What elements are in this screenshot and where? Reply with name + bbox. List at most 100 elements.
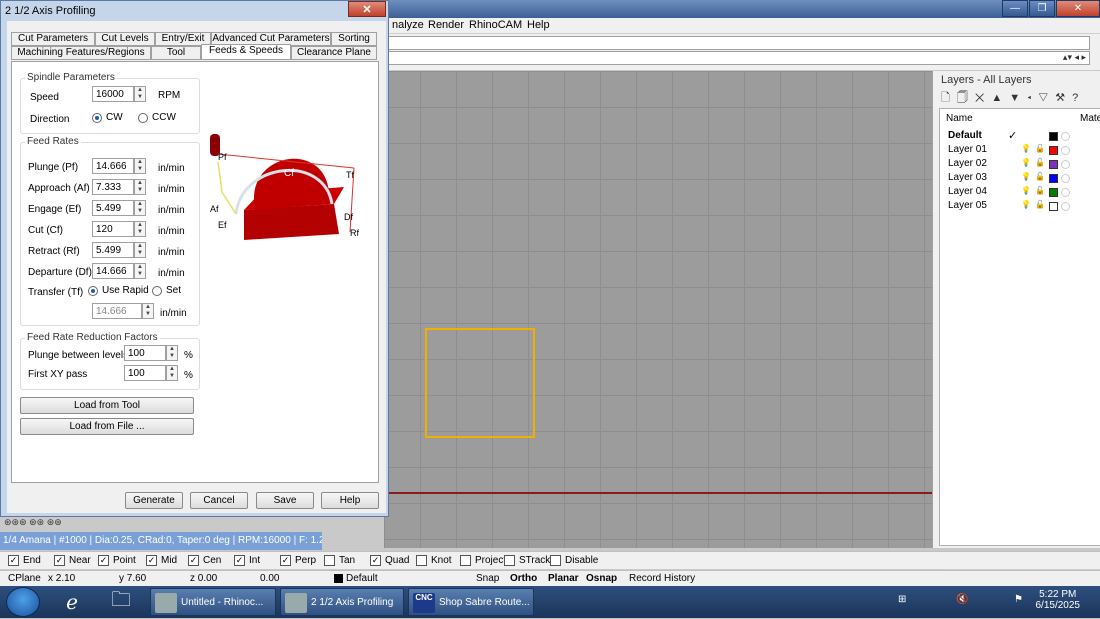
feed-rate-spinner[interactable]: ▲ ▼ [134, 200, 146, 216]
volume-muted-icon[interactable]: 🔇 [956, 594, 968, 605]
osnap-checkbox[interactable]: ✓ [280, 555, 291, 566]
layer-material-icon[interactable] [1061, 188, 1070, 197]
system-clock[interactable]: 5:22 PM 6/15/2025 [1036, 589, 1081, 611]
osnap-checkbox[interactable] [324, 555, 335, 566]
layer-material-icon[interactable] [1061, 146, 1070, 155]
layer-visible-bulb-icon[interactable]: 💡 [1021, 200, 1031, 209]
record-history-toggle[interactable]: Record History [629, 573, 695, 584]
osnap-checkbox[interactable]: ✓ [54, 555, 65, 566]
tab-feeds-speeds[interactable]: Feeds & Speeds [201, 44, 291, 60]
delete-layer-icon[interactable]: ✕ [975, 92, 992, 104]
feed-rate-input[interactable]: 14.666 [92, 263, 134, 279]
layer-material-icon[interactable] [1061, 132, 1070, 141]
layer-material-icon[interactable] [1061, 160, 1070, 169]
layer-visible-bulb-icon[interactable]: 💡 [1021, 172, 1031, 181]
plunge-between-levels-input[interactable]: 100 [124, 345, 166, 361]
tab-tool[interactable]: Tool [151, 46, 201, 60]
layer-color-swatch[interactable] [1049, 202, 1058, 211]
osnap-checkbox[interactable] [416, 555, 427, 566]
tab-machining-features[interactable]: Machining Features/Regions [11, 46, 151, 60]
new-layer-icon[interactable]: 🗋 [941, 92, 957, 104]
feed-rate-spinner[interactable]: ▲ ▼ [134, 221, 146, 237]
start-button[interactable] [6, 587, 40, 617]
snap-toggle[interactable]: Snap [476, 573, 499, 584]
feed-rate-spinner[interactable]: ▲ ▼ [134, 263, 146, 279]
osnap-cen[interactable]: ✓ Cen [188, 555, 221, 566]
layer-visible-bulb-icon[interactable]: 💡 [1021, 144, 1031, 153]
task-profiling[interactable]: 2 1/2 Axis Profiling [280, 588, 404, 616]
new-sublayer-icon[interactable]: 🗍 [957, 92, 975, 104]
perspective-viewport[interactable] [384, 71, 932, 548]
save-button[interactable]: Save [256, 492, 314, 509]
feed-rate-spinner[interactable]: ▲ ▼ [134, 158, 146, 174]
filter-icon[interactable]: ▽ [1038, 92, 1055, 104]
layer-row[interactable]: Layer 05 💡 🔓 [940, 199, 1100, 213]
ccw-radio[interactable]: CCW [138, 112, 176, 123]
task-shopsabre[interactable]: CNC Shop Sabre Route... [408, 588, 534, 616]
layer-lock-icon[interactable]: 🔓 [1035, 144, 1045, 153]
layer-color-swatch[interactable] [1049, 132, 1058, 141]
osnap-tan[interactable]: Tan [324, 555, 355, 566]
move-left-icon[interactable]: ◂ [1027, 92, 1038, 104]
tools-icon[interactable]: ⚒ [1055, 92, 1072, 104]
feed-rate-input[interactable]: 7.333 [92, 179, 134, 195]
network-icon[interactable]: ⊞ [898, 594, 906, 605]
layer-row[interactable]: Layer 01 💡 🔓 [940, 143, 1100, 157]
help-button[interactable]: Help [321, 492, 379, 509]
osnap-disable[interactable]: Disable [550, 555, 598, 566]
restore-button[interactable]: ❐ [1029, 0, 1055, 17]
osnap-point[interactable]: ✓ Point [98, 555, 136, 566]
feed-rate-input[interactable]: 14.666 [92, 158, 134, 174]
menu-item-0[interactable]: nalyze [392, 19, 424, 31]
layer-lock-icon[interactable]: 🔓 [1035, 186, 1045, 195]
layer-row[interactable]: Layer 04 💡 🔓 [940, 185, 1100, 199]
move-up-icon[interactable]: ▲ [991, 92, 1009, 104]
feed-rate-input[interactable]: 5.499 [92, 200, 134, 216]
osnap-checkbox[interactable] [460, 555, 471, 566]
osnap-strack[interactable]: STrack [504, 555, 550, 566]
cancel-button[interactable]: Cancel [190, 492, 248, 509]
feed-rate-input[interactable]: 5.499 [92, 242, 134, 258]
tab-clearance-plane[interactable]: Clearance Plane [291, 46, 377, 60]
layer-row[interactable]: Default ✓ [940, 129, 1100, 143]
osnap-checkbox[interactable] [550, 555, 561, 566]
osnap-toggle[interactable]: Osnap [586, 573, 617, 584]
file-explorer-icon[interactable]: 🗀 [101, 588, 141, 616]
task-rhino[interactable]: Untitled - Rhinoc... [150, 588, 276, 616]
feed-rate-spinner[interactable]: ▲ ▼ [134, 242, 146, 258]
osnap-checkbox[interactable]: ✓ [188, 555, 199, 566]
layer-material-icon[interactable] [1061, 202, 1070, 211]
rhinocam-icon-strip[interactable]: ⊛⊛⊛ ⊛⊛ ⊛⊛ [4, 517, 62, 528]
osnap-perp[interactable]: ✓ Perp [280, 555, 316, 566]
column-name-header[interactable]: Name [946, 113, 973, 124]
osnap-int[interactable]: ✓ Int [234, 555, 260, 566]
menu-item-2[interactable]: RhinoCAM [469, 19, 522, 31]
layer-row[interactable]: Layer 03 💡 🔓 [940, 171, 1100, 185]
osnap-checkbox[interactable]: ✓ [234, 555, 245, 566]
close-button[interactable]: ✕ [1056, 0, 1100, 17]
generate-button[interactable]: Generate [125, 492, 183, 509]
layer-visible-bulb-icon[interactable]: 💡 [1021, 158, 1031, 167]
menu-item-1[interactable]: Render [428, 19, 464, 31]
tab-cut-levels[interactable]: Cut Levels [95, 32, 155, 46]
command-scroll-icon[interactable]: ▴▾ ◂ ▸ [1063, 52, 1086, 63]
menu-item-3[interactable]: Help [527, 19, 550, 31]
help-icon[interactable]: ? [1072, 92, 1085, 104]
ortho-toggle[interactable]: Ortho [510, 573, 537, 584]
layer-color-swatch[interactable] [1049, 146, 1058, 155]
minimize-button[interactable]: — [1002, 0, 1028, 17]
cw-radio[interactable]: CW [92, 112, 123, 123]
layer-row[interactable]: Layer 02 💡 🔓 [940, 157, 1100, 171]
transfer-input[interactable]: 14.666 [92, 303, 142, 319]
first-xy-pass-input[interactable]: 100 [124, 365, 166, 381]
set-radio[interactable]: Set [152, 285, 181, 296]
transfer-spinner[interactable]: ▲ ▼ [142, 303, 154, 319]
tab-cut-parameters[interactable]: Cut Parameters [11, 32, 95, 46]
feed-rate-input[interactable]: 120 [92, 221, 134, 237]
current-layer[interactable]: Default [334, 573, 378, 584]
osnap-near[interactable]: ✓ Near [54, 555, 91, 566]
load-from-file-button[interactable]: Load from File ... [20, 418, 194, 435]
osnap-knot[interactable]: Knot [416, 555, 452, 566]
use-rapid-radio[interactable]: Use Rapid [88, 285, 149, 296]
osnap-checkbox[interactable]: ✓ [98, 555, 109, 566]
